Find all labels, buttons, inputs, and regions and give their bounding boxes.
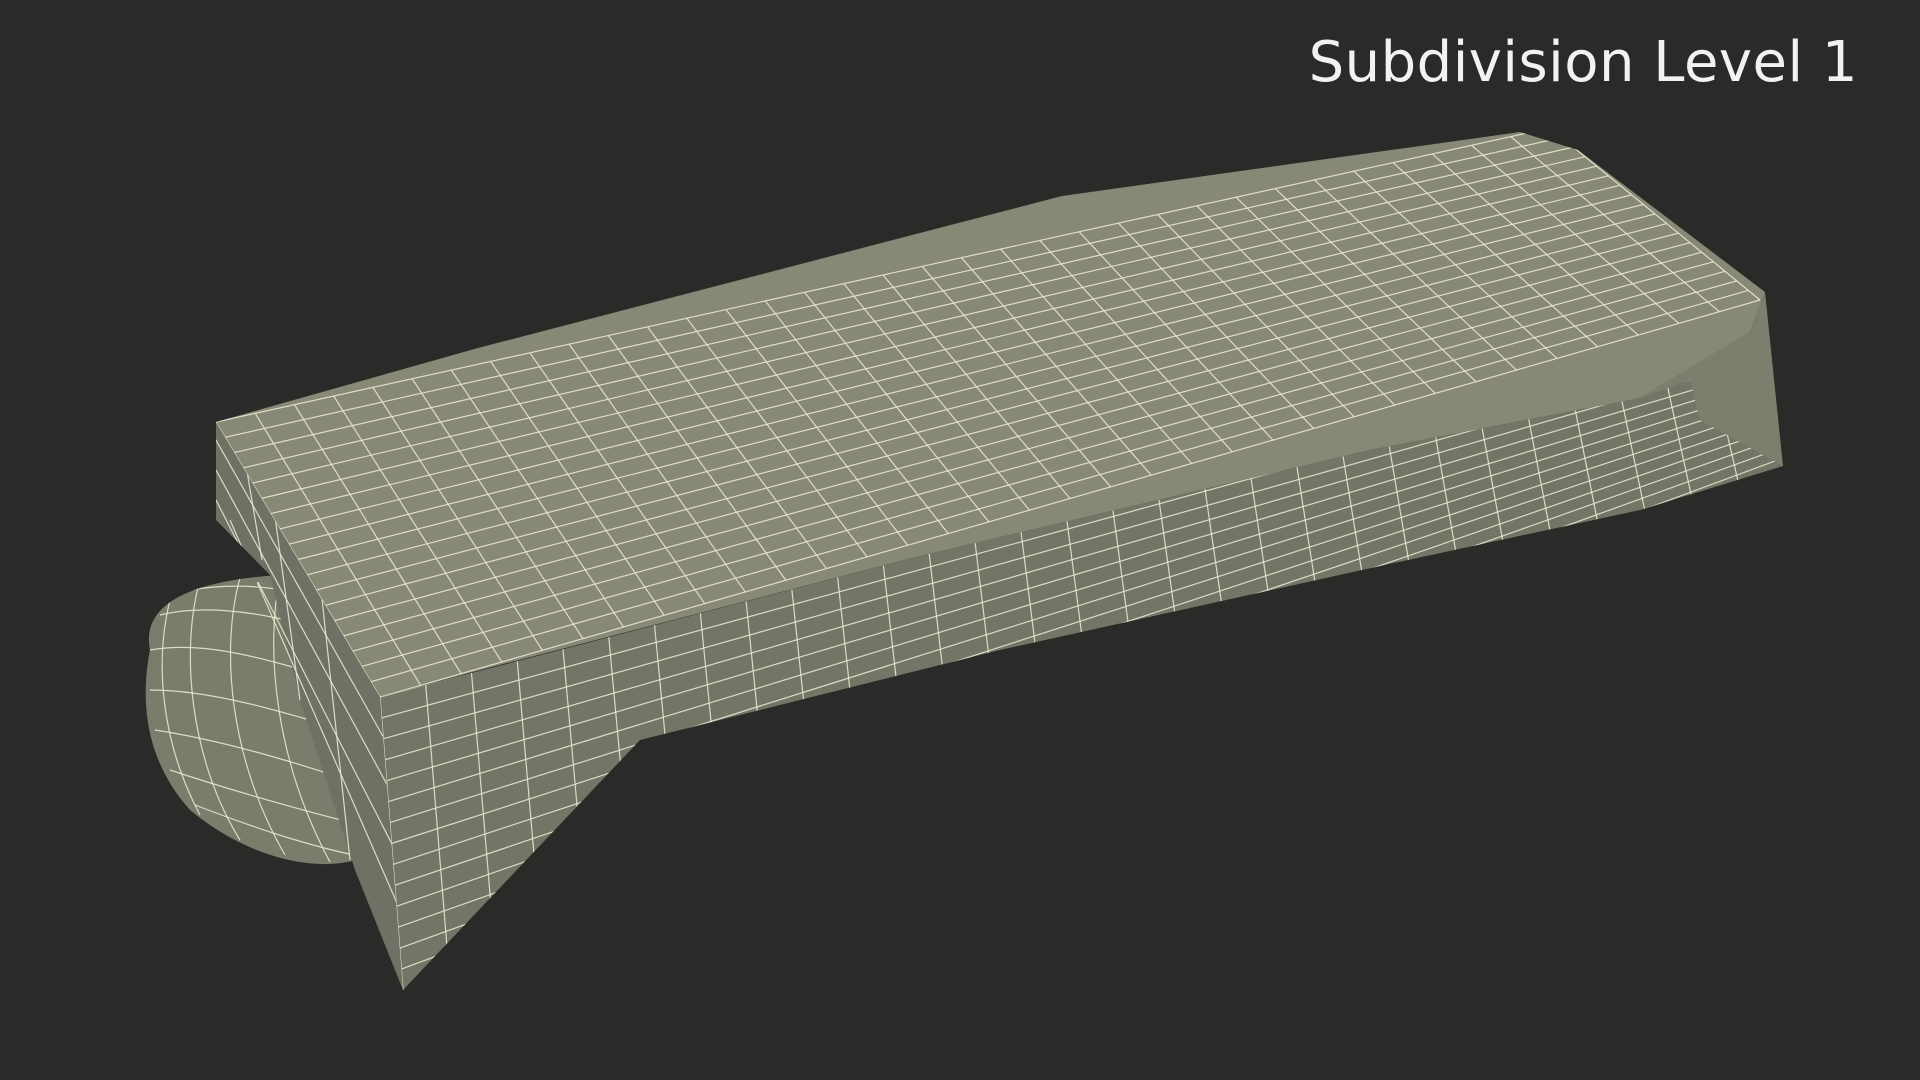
viewport: Subdivision Level 1 — [0, 0, 1920, 1080]
wireframe-model — [145, 132, 1783, 990]
